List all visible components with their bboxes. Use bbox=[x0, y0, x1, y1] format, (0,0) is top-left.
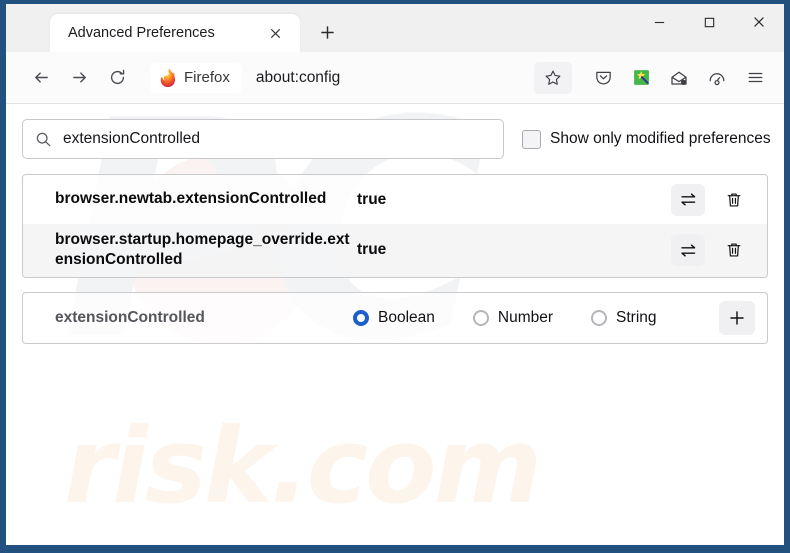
preference-value: true bbox=[357, 190, 387, 208]
firefox-brand-label: Firefox bbox=[184, 69, 230, 86]
show-modified-checkbox[interactable] bbox=[522, 129, 541, 149]
row-actions bbox=[671, 183, 757, 216]
add-preference-row: extensionControlled Boolean Number Strin… bbox=[23, 293, 767, 343]
tab-title: Advanced Preferences bbox=[68, 25, 215, 41]
new-preference-name: extensionControlled bbox=[55, 308, 205, 326]
close-icon[interactable] bbox=[264, 22, 286, 44]
mail-icon[interactable] bbox=[660, 62, 698, 94]
radio-boolean-label: Boolean bbox=[378, 308, 435, 326]
preference-name: browser.newtab.extensionControlled bbox=[55, 190, 327, 208]
browser-window: PC risk.com Advanced Preferences bbox=[0, 0, 790, 553]
extension-wand-icon[interactable] bbox=[622, 62, 660, 94]
type-radio-group: Boolean Number String bbox=[353, 309, 719, 327]
toggle-icon[interactable] bbox=[671, 183, 705, 216]
preference-value: true bbox=[357, 241, 387, 259]
radio-number-label: Number bbox=[497, 308, 554, 326]
table-row[interactable]: browser.newtab.extensionControlled true bbox=[23, 175, 767, 224]
preferences-table: browser.newtab.extensionControlled true bbox=[22, 174, 768, 278]
hamburger-menu-icon[interactable] bbox=[736, 62, 774, 94]
minimize-button[interactable] bbox=[634, 5, 684, 39]
toggle-icon[interactable] bbox=[671, 234, 705, 267]
back-arrow-icon[interactable] bbox=[22, 61, 60, 95]
radio-boolean[interactable]: Boolean bbox=[353, 309, 435, 327]
firefox-logo-icon bbox=[158, 68, 177, 87]
show-modified-filter[interactable]: Show only modified preferences bbox=[522, 129, 771, 149]
radio-string[interactable]: String bbox=[591, 309, 657, 327]
search-icon bbox=[35, 131, 52, 148]
forward-arrow-icon[interactable] bbox=[60, 61, 98, 95]
browser-window-inner: PC risk.com Advanced Preferences bbox=[6, 4, 784, 545]
about-config-page: extensionControlled Show only modified p… bbox=[6, 104, 784, 545]
row-actions bbox=[671, 234, 757, 267]
radio-boolean-dot[interactable] bbox=[353, 309, 369, 326]
radio-string-label: String bbox=[616, 308, 657, 326]
search-input[interactable]: extensionControlled bbox=[22, 119, 504, 159]
show-modified-label: Show only modified preferences bbox=[550, 130, 771, 147]
radio-string-dot[interactable] bbox=[591, 309, 608, 326]
tab-strip: Advanced Preferences bbox=[6, 4, 634, 52]
maximize-button[interactable] bbox=[684, 5, 734, 39]
address-bar[interactable]: Firefox about:config bbox=[150, 60, 526, 96]
add-preference-button[interactable] bbox=[719, 300, 755, 335]
radio-number[interactable]: Number bbox=[472, 308, 554, 327]
pocket-icon[interactable] bbox=[584, 62, 622, 94]
window-controls bbox=[634, 4, 784, 52]
preference-name: browser.startup.homepage_override.extens… bbox=[55, 231, 350, 269]
tab-advanced-preferences[interactable]: Advanced Preferences bbox=[50, 14, 300, 52]
new-tab-button[interactable] bbox=[310, 15, 344, 49]
radio-number-dot[interactable] bbox=[472, 309, 489, 326]
firefox-brand-chip: Firefox bbox=[150, 62, 242, 93]
navigation-toolbar: Firefox about:config bbox=[6, 52, 784, 104]
close-window-button[interactable] bbox=[734, 5, 784, 39]
add-preference-table: extensionControlled Boolean Number Strin… bbox=[22, 291, 768, 344]
bookmark-star-icon[interactable] bbox=[534, 61, 572, 94]
delete-icon[interactable] bbox=[717, 184, 751, 216]
tab-bar: Advanced Preferences bbox=[6, 4, 784, 52]
search-input-value: extensionControlled bbox=[63, 130, 201, 147]
search-row: extensionControlled Show only modified p… bbox=[22, 119, 771, 159]
delete-icon[interactable] bbox=[717, 234, 751, 266]
table-row[interactable]: browser.startup.homepage_override.extens… bbox=[23, 224, 767, 277]
address-bar-url: about:config bbox=[255, 68, 341, 86]
sync-icon[interactable] bbox=[698, 62, 736, 94]
reload-icon[interactable] bbox=[98, 61, 136, 95]
